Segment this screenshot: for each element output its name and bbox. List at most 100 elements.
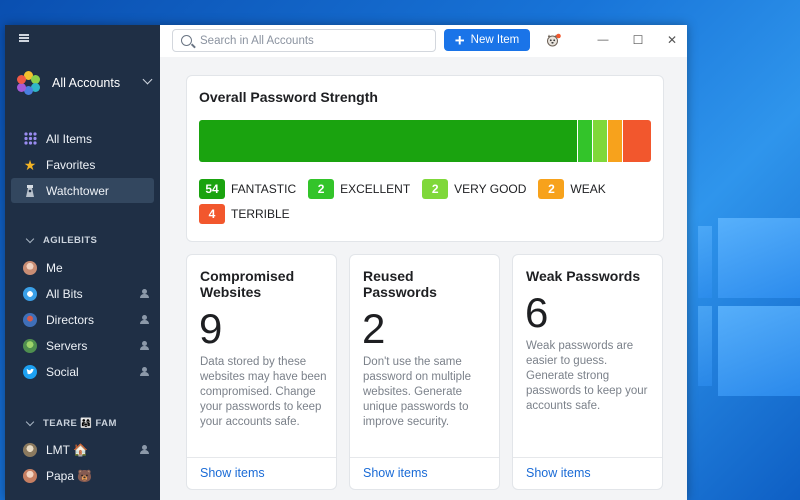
vault-label: All Bits [46, 287, 83, 301]
vault-item-me[interactable]: Me [23, 257, 154, 279]
vault-label: Social [46, 365, 79, 379]
vault-item-servers[interactable]: Servers [23, 335, 154, 357]
accounts-logo-icon [17, 71, 41, 95]
avatar [23, 443, 37, 457]
vault-item-papa[interactable]: Papa 🐻 [23, 465, 154, 487]
search-icon [181, 35, 192, 46]
maximize-button[interactable]: ☐ [628, 30, 648, 50]
sidebar-item-favorites[interactable]: ★ Favorites [11, 152, 154, 177]
close-icon: ✕ [666, 33, 678, 47]
shared-vault-icon [140, 445, 152, 455]
count-badge: 2 [308, 179, 335, 199]
card-count: 2 [362, 305, 386, 352]
vault-label: Servers [46, 339, 88, 353]
strength-legend-row: 4 TERRIBLE [199, 204, 302, 224]
show-items-link[interactable]: Show items [363, 466, 428, 480]
app-window: All Accounts All Items ★ Favorites Watch… [5, 25, 687, 500]
avatar [23, 287, 37, 301]
card-description: Data stored by these websites may have b… [200, 356, 327, 428]
legend-fantastic[interactable]: 54 FANTASTIC [199, 179, 296, 199]
show-items-link[interactable]: Show items [200, 466, 265, 480]
toolbar: + New Item — ☐ ✕ [160, 25, 687, 57]
legend-label: WEAK [570, 182, 606, 196]
vault-label: Papa 🐻 [46, 469, 93, 483]
legend-label: FANTASTIC [231, 182, 297, 196]
vault-label: Me [46, 261, 63, 275]
card-title: Reused Passwords [363, 268, 437, 300]
section-title: AGILEBITS [43, 235, 98, 246]
legend-label: VERY GOOD [454, 182, 527, 196]
strength-bar-segment-excellent [578, 120, 592, 162]
account-switcher-label: All Accounts [52, 76, 121, 90]
twitter-bird-icon [23, 365, 37, 379]
chevron-down-icon [25, 234, 35, 244]
vault-label: Directors [46, 313, 95, 327]
card-footer: Show items [350, 457, 499, 489]
minimize-button[interactable]: — [593, 30, 613, 50]
section-teare-fam[interactable]: TEARE 👨‍👩‍👧 FAM [25, 417, 117, 429]
search-bar[interactable] [172, 29, 436, 52]
legend-terrible[interactable]: 4 TERRIBLE [199, 204, 290, 224]
count-badge: 54 [199, 179, 225, 199]
avatar [23, 469, 37, 483]
legend-weak[interactable]: 2 WEAK [538, 179, 606, 199]
card-count: 9 [199, 305, 223, 352]
account-switcher[interactable]: All Accounts [17, 68, 157, 98]
card-footer: Show items [187, 457, 336, 489]
shared-vault-icon [140, 367, 152, 377]
legend-label: EXCELLENT [340, 182, 411, 196]
minimize-icon: — [597, 34, 609, 46]
main-panel: + New Item — ☐ ✕ Overall Password Streng… [160, 25, 687, 500]
weak-passwords-card: Weak Passwords 6 Weak passwords are easi… [512, 254, 663, 490]
vault-item-social[interactable]: Social [23, 361, 154, 383]
strength-legend-row: 54 FANTASTIC 2 EXCELLENT 2 VERY GOOD 2 W… [199, 179, 618, 199]
sidebar: All Accounts All Items ★ Favorites Watch… [5, 25, 160, 500]
avatar [23, 339, 37, 353]
compromised-websites-card: Compromised Websites 9 Data stored by th… [186, 254, 337, 490]
legend-label: TERRIBLE [231, 207, 290, 221]
vault-item-directors[interactable]: Directors [23, 309, 154, 331]
card-count: 6 [525, 289, 549, 336]
shared-vault-icon [140, 341, 152, 351]
section-agilebits[interactable]: AGILEBITS [25, 234, 98, 246]
card-title: Compromised Websites [200, 268, 295, 300]
shared-vault-icon [140, 289, 152, 299]
card-footer: Show items [513, 457, 662, 489]
chevron-down-icon [142, 74, 153, 85]
strength-bar-segment-weak [608, 120, 622, 162]
vault-item-lmt[interactable]: LMT 🏠 [23, 439, 154, 461]
strength-bar [199, 120, 651, 162]
strength-bar-segment-terrible [623, 120, 651, 162]
show-items-link[interactable]: Show items [526, 466, 591, 480]
vault-item-all-bits[interactable]: All Bits [23, 283, 154, 305]
section-title: TEARE 👨‍👩‍👧 FAM [43, 418, 117, 429]
vault-label: LMT 🏠 [46, 443, 89, 457]
search-input[interactable] [200, 34, 420, 47]
legend-very-good[interactable]: 2 VERY GOOD [422, 179, 526, 199]
watchtower-alert-icon[interactable] [546, 33, 561, 47]
card-title: Weak Passwords [526, 268, 641, 284]
new-item-label: New Item [470, 34, 520, 46]
new-item-button[interactable]: + New Item [444, 29, 530, 51]
sidebar-item-all-items[interactable]: All Items [11, 126, 154, 151]
card-title: Overall Password Strength [199, 89, 378, 105]
avatar [23, 261, 37, 275]
legend-excellent[interactable]: 2 EXCELLENT [308, 179, 410, 199]
star-icon: ★ [23, 156, 37, 173]
sidebar-item-watchtower[interactable]: Watchtower [11, 178, 154, 203]
reused-passwords-card: Reused Passwords 2 Don't use the same pa… [349, 254, 500, 490]
shared-vault-icon [140, 315, 152, 325]
close-button[interactable]: ✕ [662, 30, 682, 50]
sidebar-item-label: Favorites [46, 157, 96, 172]
maximize-icon: ☐ [632, 33, 644, 47]
watchtower-icon [23, 184, 37, 198]
menu-icon[interactable] [19, 34, 29, 42]
count-badge: 2 [422, 179, 449, 199]
avatar [23, 313, 37, 327]
sidebar-item-label: Watchtower [46, 183, 109, 198]
chevron-down-icon [25, 417, 35, 427]
grid-icon [23, 132, 37, 146]
desktop-windows-logo [688, 210, 800, 500]
count-badge: 4 [199, 204, 225, 224]
sidebar-item-label: All Items [46, 131, 93, 146]
